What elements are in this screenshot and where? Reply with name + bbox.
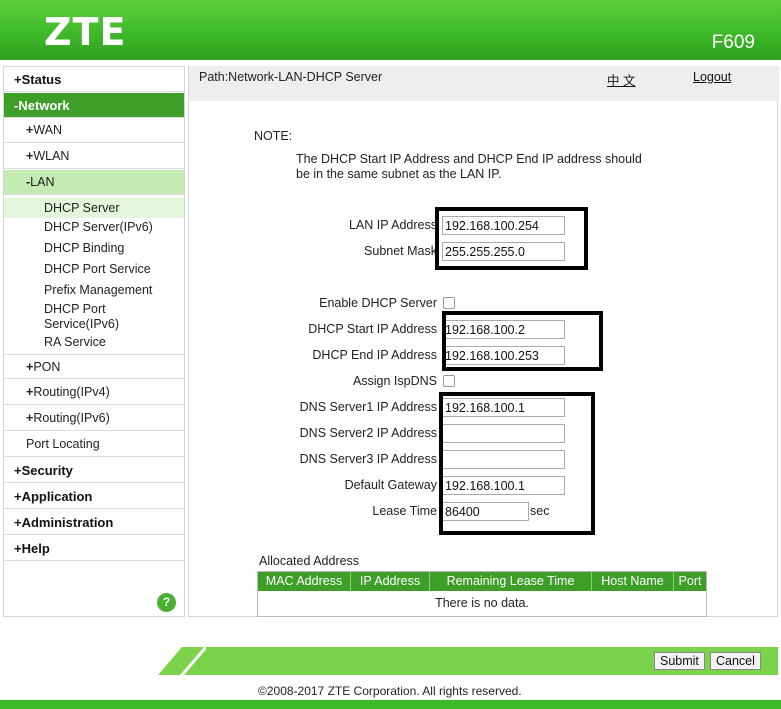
logout-link[interactable]: Logout (693, 70, 731, 84)
copyright-text: ©2008-2017 ZTE Corporation. All rights r… (258, 684, 522, 698)
dns3-label: DNS Server3 IP Address (299, 452, 437, 466)
gateway-label: Default Gateway (344, 478, 437, 492)
menu-status[interactable]: +Status (4, 67, 184, 92)
menu-label: Application (21, 489, 93, 504)
submenu-routing-ipv4[interactable]: +Routing(IPv4) (4, 380, 184, 405)
submenu-port-locating[interactable]: Port Locating (4, 432, 184, 457)
menu-label: WAN (33, 123, 63, 137)
submenu-wan[interactable]: +WAN (4, 118, 184, 143)
expand-icon: + (14, 463, 22, 478)
subnet-mask-input[interactable] (442, 242, 565, 261)
subnet-mask-label: Subnet Mask (364, 244, 437, 258)
submenu-wlan[interactable]: +WLAN (4, 144, 184, 169)
zte-logo: ZTE (44, 10, 127, 54)
dhcp-end-input[interactable] (442, 346, 565, 365)
note-text: The DHCP Start IP Address and DHCP End I… (296, 152, 676, 182)
menu-label: LAN (30, 175, 55, 189)
gateway-input[interactable] (442, 476, 565, 495)
lan-ip-input[interactable] (442, 216, 565, 235)
allocated-address-title: Allocated Address (259, 554, 360, 568)
empty-message: There is no data. (435, 596, 529, 610)
menu-label: Status (21, 72, 62, 87)
menu-label: Routing(IPv4) (33, 385, 110, 399)
bottom-bar (0, 700, 781, 709)
lan-item-ra-service[interactable]: RA Service (4, 335, 184, 350)
lease-time-label: Lease Time (372, 504, 437, 518)
dhcp-start-input[interactable] (442, 320, 565, 339)
dns2-label: DNS Server2 IP Address (299, 426, 437, 440)
menu-network[interactable]: -Network (4, 93, 184, 118)
menu-label: Help (21, 541, 50, 556)
menu-label: Administration (21, 515, 114, 530)
menu-label: Routing(IPv6) (33, 411, 110, 425)
menu-security[interactable]: +Security (4, 458, 184, 483)
main-content: Path:Network-LAN-DHCP Server 中 文 Logout … (188, 66, 779, 617)
lan-item-label-line1: DHCP Port (44, 302, 106, 316)
enable-dhcp-label: Enable DHCP Server (319, 296, 437, 310)
isp-dns-checkbox[interactable] (443, 375, 455, 387)
lan-item-dhcp-port-service-ipv6[interactable]: DHCP Port Service(IPv6) (4, 302, 184, 332)
help-icon[interactable]: ? (157, 593, 176, 612)
dns1-label: DNS Server1 IP Address (299, 400, 437, 414)
submenu-lan[interactable]: -LAN (4, 170, 184, 195)
sidebar-menu: +Status -Network +WAN +WLAN -LAN DHCP Se… (3, 66, 185, 617)
submit-button[interactable]: Submit (654, 652, 705, 670)
note-label: NOTE: (254, 129, 293, 143)
expand-icon: + (14, 72, 22, 87)
dhcp-start-label: DHCP Start IP Address (308, 322, 437, 336)
language-link[interactable]: 中 文 (607, 70, 635, 89)
breadcrumb: Path:Network-LAN-DHCP Server (199, 70, 383, 84)
router-admin-page: ZTE F609 +Status -Network +WAN +WLAN -LA… (0, 0, 781, 709)
menu-administration[interactable]: +Administration (4, 510, 184, 535)
lease-time-input[interactable] (442, 502, 529, 521)
enable-dhcp-checkbox[interactable] (443, 297, 455, 309)
table-header: MAC Address IP Address Remaining Lease T… (258, 572, 706, 591)
menu-label: Network (18, 98, 70, 113)
submenu-routing-ipv6[interactable]: +Routing(IPv6) (4, 406, 184, 431)
note-line-2: be in the same subnet as the LAN IP. (296, 167, 502, 181)
device-model: F609 (711, 32, 755, 53)
submenu-pon[interactable]: +PON (4, 354, 184, 379)
column-header: MAC Address (258, 572, 351, 591)
lan-item-label-line2: Service(IPv6) (44, 317, 120, 331)
menu-label: Port Locating (26, 437, 100, 451)
lan-item-dhcp-binding[interactable]: DHCP Binding (4, 241, 184, 256)
menu-label: Security (21, 463, 73, 478)
menu-label: PON (33, 360, 61, 374)
column-header: Host Name (592, 572, 674, 591)
menu-help[interactable]: +Help (4, 536, 184, 561)
lan-ip-label: LAN IP Address (348, 218, 437, 232)
cancel-button[interactable]: Cancel (710, 652, 761, 670)
lan-item-dhcp-server-ipv6[interactable]: DHCP Server(IPv6) (4, 220, 184, 235)
note-line-1: The DHCP Start IP Address and DHCP End I… (296, 152, 642, 166)
expand-icon: + (14, 515, 22, 530)
lease-unit: sec (530, 504, 550, 518)
path-bar: Path:Network-LAN-DHCP Server 中 文 Logout (189, 66, 779, 101)
allocated-address-table: MAC Address IP Address Remaining Lease T… (257, 571, 707, 617)
expand-icon: + (14, 541, 22, 556)
column-header: IP Address (351, 572, 430, 591)
dns1-input[interactable] (442, 398, 565, 417)
dns2-input[interactable] (442, 424, 565, 443)
dhcp-end-label: DHCP End IP Address (312, 348, 437, 362)
column-header: Remaining Lease Time (430, 572, 592, 591)
header-banner: ZTE F609 (0, 0, 781, 60)
lan-item-dhcp-server[interactable]: DHCP Server (4, 198, 184, 218)
expand-icon: + (14, 489, 22, 504)
menu-label: WLAN (33, 149, 70, 163)
lan-item-prefix-management[interactable]: Prefix Management (4, 283, 184, 298)
column-header: Port (678, 574, 702, 588)
isp-dns-label: Assign IspDNS (352, 374, 437, 388)
menu-application[interactable]: +Application (4, 484, 184, 509)
lan-item-dhcp-port-service[interactable]: DHCP Port Service (4, 262, 184, 277)
dns3-input[interactable] (442, 450, 565, 469)
